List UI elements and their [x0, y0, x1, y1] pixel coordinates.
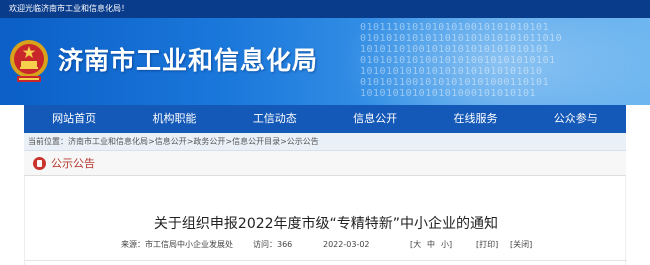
print-link[interactable]: [打印]	[476, 240, 498, 250]
breadcrumb[interactable]: 当前位置：济南市工业和信息化局>信息公开>政务公开>信息公开目录>公示公告	[28, 137, 319, 147]
nav-item-participation[interactable]: 公众参与	[526, 105, 626, 133]
breadcrumb-bar: 当前位置：济南市工业和信息化局>信息公开>政务公开>信息公开目录>公示公告	[24, 133, 626, 151]
notice-icon	[33, 157, 46, 170]
section-title[interactable]: 公示公告	[51, 157, 95, 171]
site-title: 济南市工业和信息化局	[58, 46, 319, 75]
binary-pattern: 01011101010101010010101010101 0101010101…	[360, 22, 563, 99]
font-size-large-link[interactable]: [大	[410, 240, 421, 250]
article-panel: 关于组织申报2022年度市级“专精特新”中小企业的通知 来源：市工信局中小企业发…	[24, 176, 627, 265]
font-size-small-link[interactable]: 小]	[441, 240, 452, 250]
top-bar: 欢迎光临济南市工业和信息化局！	[0, 0, 650, 18]
nav-item-disclosure[interactable]: 信息公开	[325, 105, 425, 133]
article-date: 2022-03-02	[323, 240, 370, 249]
nav-item-online-service[interactable]: 在线服务	[425, 105, 525, 133]
national-emblem-icon	[10, 40, 48, 82]
nav-item-news[interactable]: 工信动态	[225, 105, 325, 133]
article-title: 关于组织申报2022年度市级“专精特新”中小企业的通知	[153, 216, 499, 232]
nav-item-home[interactable]: 网站首页	[24, 105, 124, 133]
site-banner: 01011101010101010010101010101 0101010101…	[0, 18, 650, 105]
nav-item-organization[interactable]: 机构职能	[124, 105, 224, 133]
main-nav: 网站首页 机构职能 工信动态 信息公开 在线服务 公众参与	[24, 105, 626, 133]
font-size-medium-link[interactable]: 中	[427, 240, 435, 250]
article-views: 访问：366	[253, 240, 293, 249]
section-header: 公示公告	[24, 151, 626, 176]
article-source: 来源：市工信局中小企业发展处	[121, 240, 233, 249]
welcome-text: 欢迎光临济南市工业和信息化局！	[9, 4, 129, 13]
divider	[25, 260, 627, 261]
close-link[interactable]: [关闭]	[510, 240, 532, 250]
